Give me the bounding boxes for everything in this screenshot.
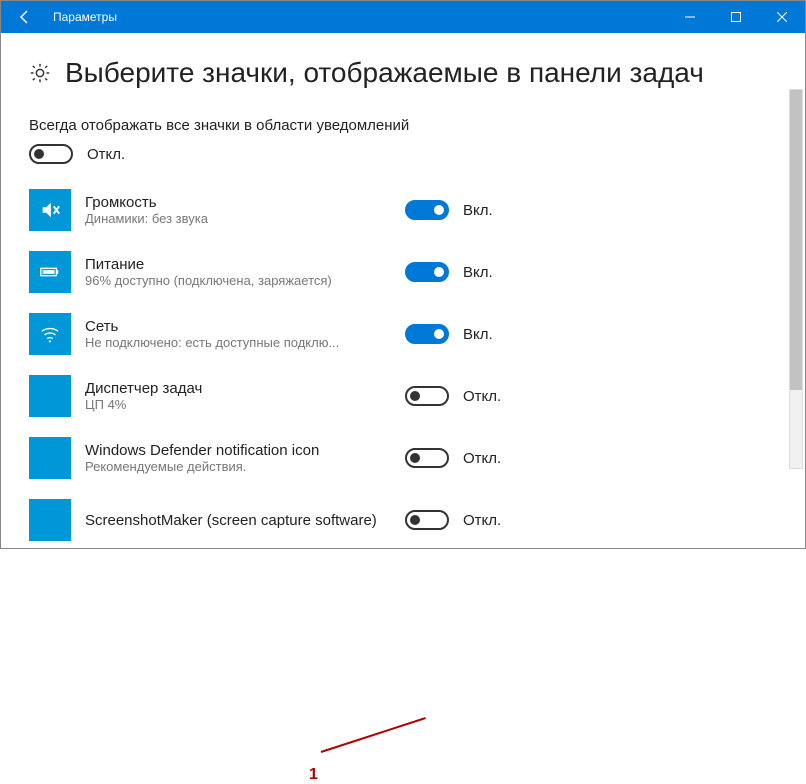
item-toggle-wrap: Откл. bbox=[405, 386, 545, 406]
item-text: Питание96% доступно (подключена, заряжае… bbox=[85, 256, 385, 288]
page-header: Выберите значки, отображаемые в панели з… bbox=[29, 57, 777, 89]
item-title: Питание bbox=[85, 256, 385, 273]
item-title: Сеть bbox=[85, 318, 385, 335]
titlebar: Параметры bbox=[1, 1, 805, 33]
item-text: Диспетчер задачЦП 4% bbox=[85, 380, 385, 412]
item-toggle-wrap: Вкл. bbox=[405, 324, 545, 344]
item-toggle-wrap: Вкл. bbox=[405, 200, 545, 220]
minimize-button[interactable] bbox=[667, 1, 713, 33]
annotation-arrow bbox=[321, 717, 426, 753]
wifi-icon bbox=[29, 313, 71, 355]
item-toggle-state: Откл. bbox=[463, 512, 501, 529]
item-subtitle: Динамики: без звука bbox=[85, 211, 385, 226]
scrollbar[interactable] bbox=[789, 89, 803, 469]
master-toggle-label: Всегда отображать все значки в области у… bbox=[29, 117, 777, 134]
item-title: ScreenshotMaker (screen capture software… bbox=[85, 512, 385, 529]
item-text: Windows Defender notification iconРекоме… bbox=[85, 442, 385, 474]
item-toggle-state: Откл. bbox=[463, 388, 501, 405]
blank-icon bbox=[29, 437, 71, 479]
item-toggle-wrap: Откл. bbox=[405, 448, 545, 468]
blank-icon bbox=[29, 375, 71, 417]
list-item: ГромкостьДинамики: без звука Вкл. bbox=[29, 186, 777, 234]
minimize-icon bbox=[685, 12, 695, 22]
page-title: Выберите значки, отображаемые в панели з… bbox=[65, 57, 704, 89]
item-toggle-state: Вкл. bbox=[463, 264, 493, 281]
window-controls bbox=[667, 1, 805, 33]
item-toggle[interactable] bbox=[405, 200, 449, 220]
item-title: Громкость bbox=[85, 194, 385, 211]
item-subtitle: ЦП 4% bbox=[85, 397, 385, 412]
item-toggle[interactable] bbox=[405, 262, 449, 282]
item-title: Диспетчер задач bbox=[85, 380, 385, 397]
maximize-icon bbox=[731, 12, 741, 22]
maximize-button[interactable] bbox=[713, 1, 759, 33]
item-toggle[interactable] bbox=[405, 510, 449, 530]
back-arrow-icon bbox=[17, 9, 33, 25]
list-item: Питание96% доступно (подключена, заряжае… bbox=[29, 248, 777, 296]
content-area: Выберите значки, отображаемые в панели з… bbox=[1, 33, 805, 548]
item-toggle[interactable] bbox=[405, 386, 449, 406]
gear-icon bbox=[29, 62, 51, 84]
item-text: СетьНе подключено: есть доступные подклю… bbox=[85, 318, 385, 350]
item-toggle[interactable] bbox=[405, 448, 449, 468]
list-item: Диспетчер задачЦП 4% Откл. bbox=[29, 372, 777, 420]
list-item: СетьНе подключено: есть доступные подклю… bbox=[29, 310, 777, 358]
item-toggle[interactable] bbox=[405, 324, 449, 344]
item-text: ГромкостьДинамики: без звука bbox=[85, 194, 385, 226]
close-icon bbox=[777, 12, 787, 22]
master-toggle[interactable] bbox=[29, 144, 73, 164]
close-button[interactable] bbox=[759, 1, 805, 33]
item-toggle-wrap: Откл. bbox=[405, 510, 545, 530]
item-subtitle: Рекомендуемые действия. bbox=[85, 459, 385, 474]
window-title: Параметры bbox=[49, 10, 667, 24]
master-toggle-row: Откл. bbox=[29, 144, 777, 164]
item-toggle-wrap: Вкл. bbox=[405, 262, 545, 282]
item-subtitle: 96% доступно (подключена, заряжается) bbox=[85, 273, 385, 288]
battery-icon bbox=[29, 251, 71, 293]
volume-icon bbox=[29, 189, 71, 231]
item-toggle-state: Вкл. bbox=[463, 202, 493, 219]
back-button[interactable] bbox=[1, 1, 49, 33]
scrollbar-thumb[interactable] bbox=[790, 90, 802, 390]
item-toggle-state: Вкл. bbox=[463, 326, 493, 343]
annotation-marker: 1 bbox=[309, 766, 318, 784]
list-item: ScreenshotMaker (screen capture software… bbox=[29, 496, 777, 544]
item-subtitle: Не подключено: есть доступные подклю... bbox=[85, 335, 385, 350]
list-item: Windows Defender notification iconРекоме… bbox=[29, 434, 777, 482]
item-title: Windows Defender notification icon bbox=[85, 442, 385, 459]
blank-icon bbox=[29, 499, 71, 541]
item-toggle-state: Откл. bbox=[463, 450, 501, 467]
master-toggle-state: Откл. bbox=[87, 146, 125, 163]
item-text: ScreenshotMaker (screen capture software… bbox=[85, 512, 385, 529]
